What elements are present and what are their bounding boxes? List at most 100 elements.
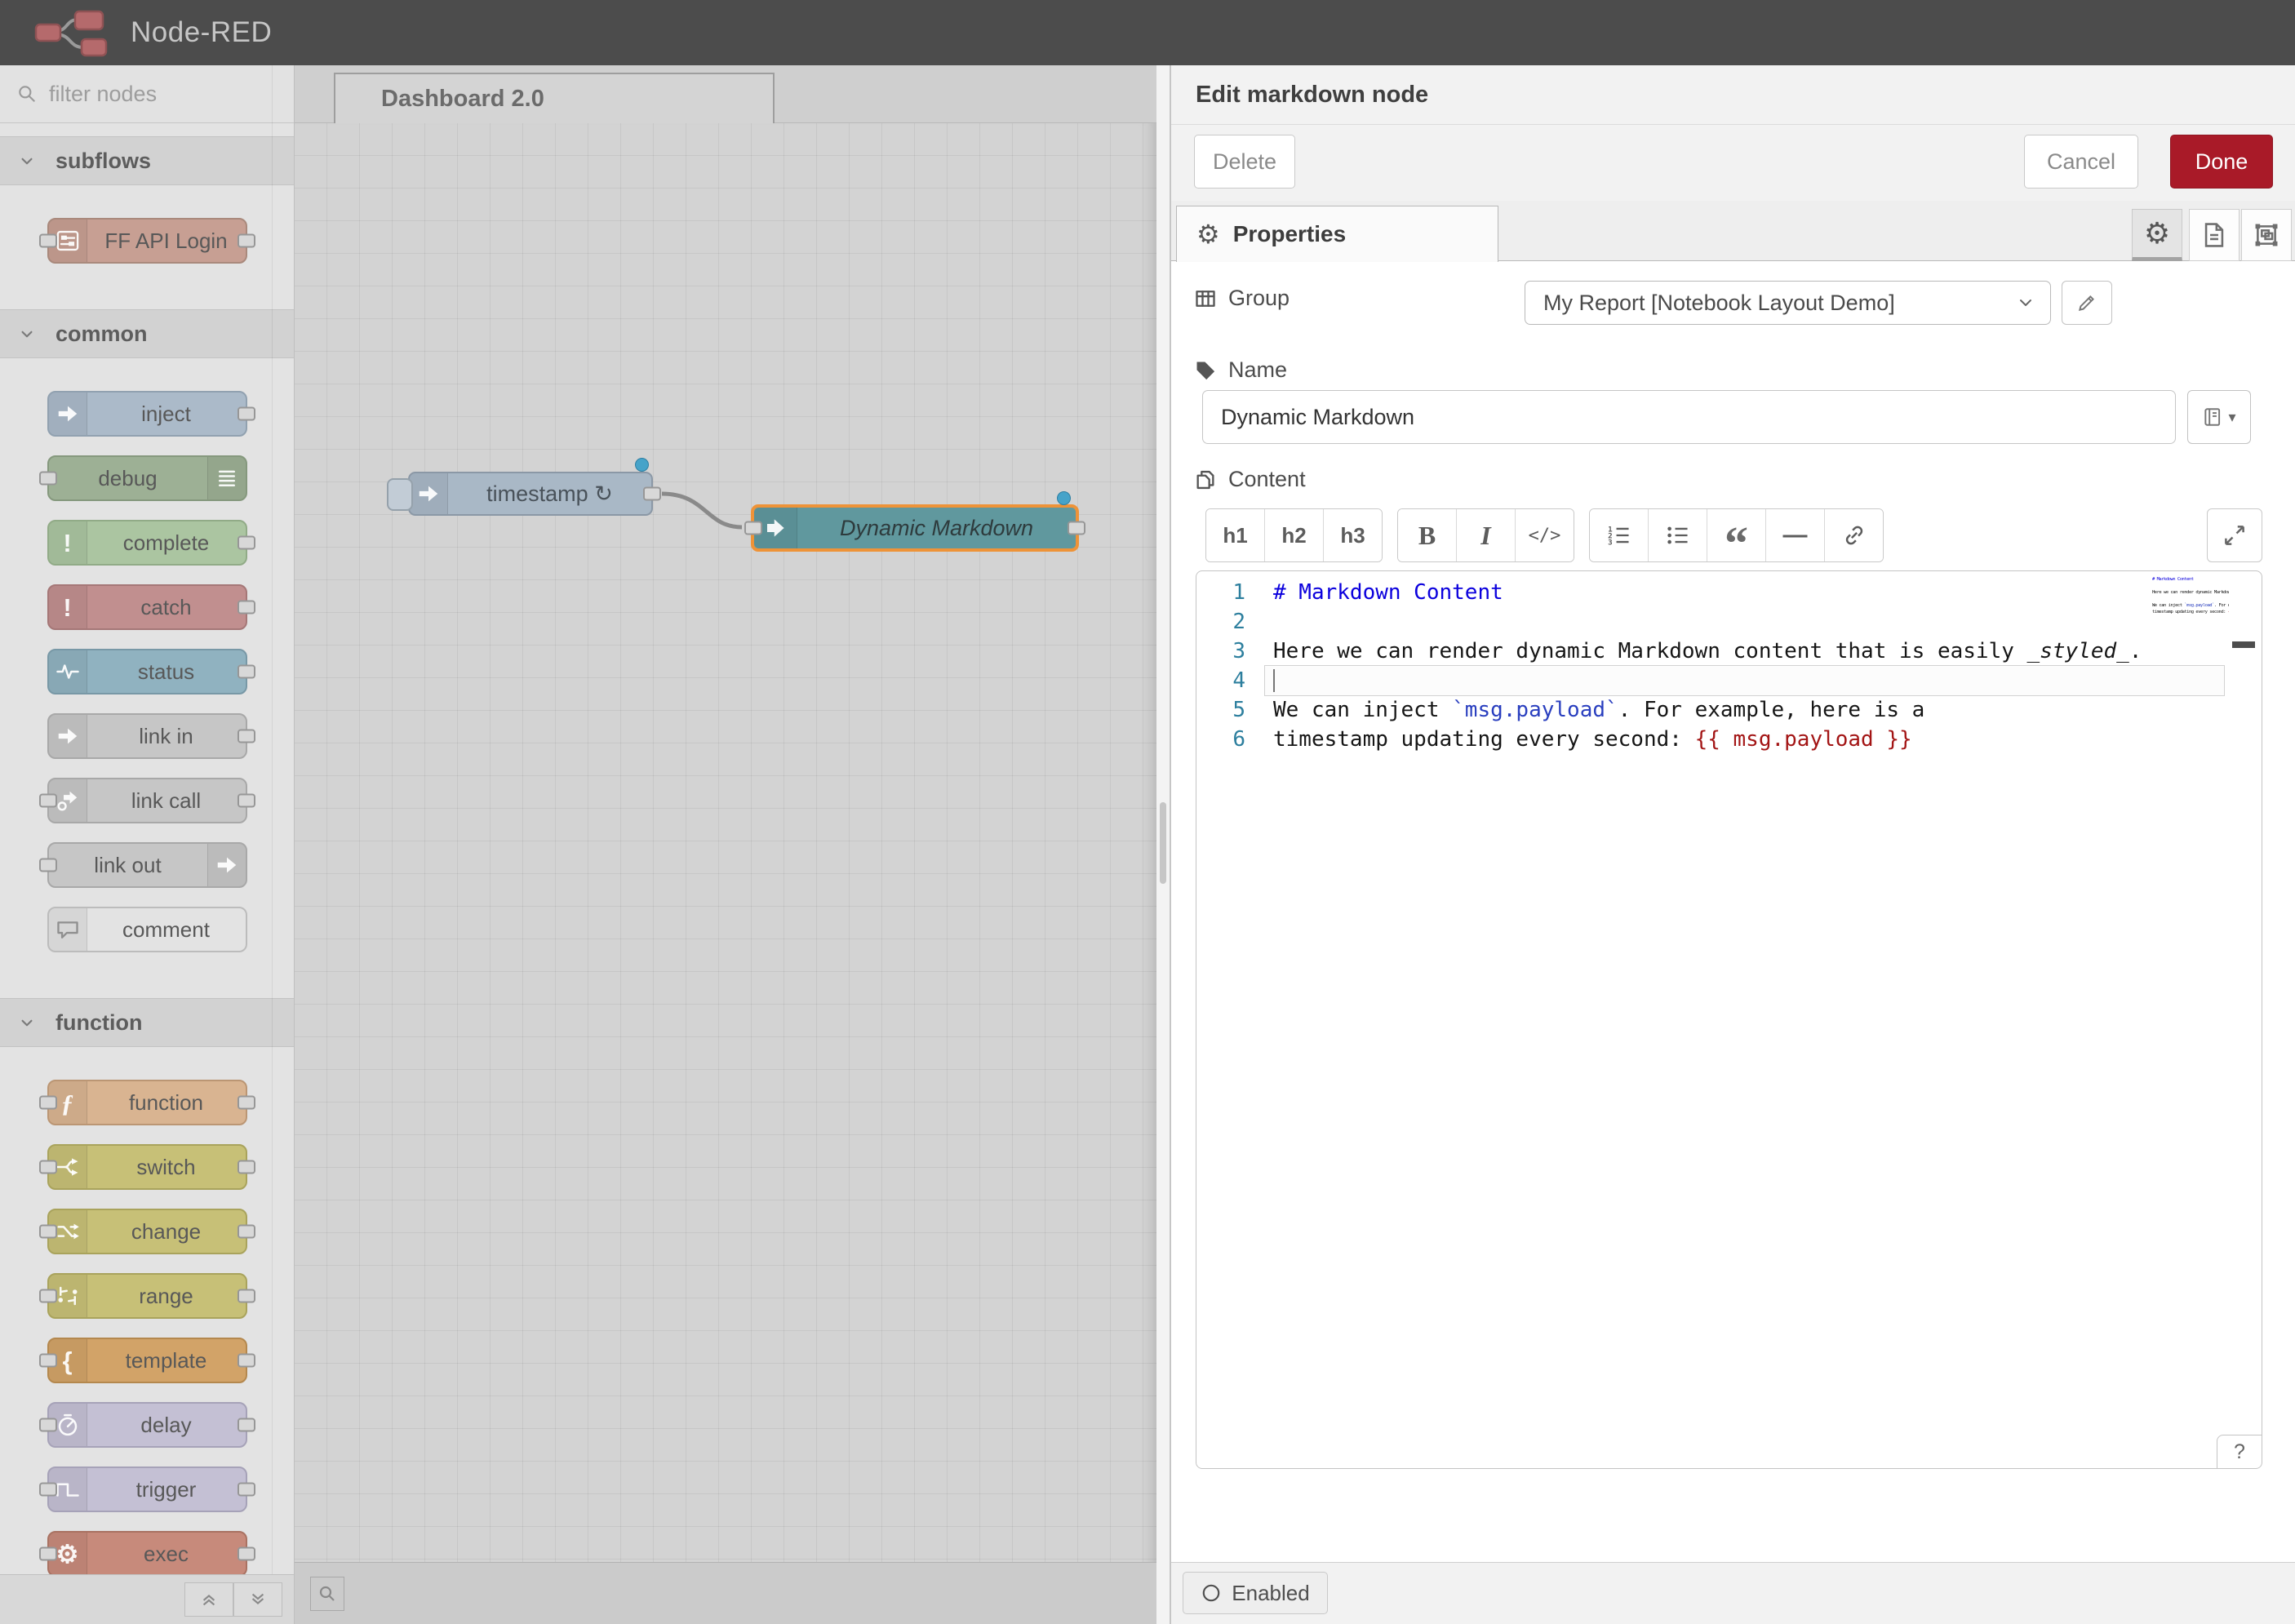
output-port[interactable] [237, 1354, 255, 1368]
italic-button[interactable]: I [1457, 509, 1516, 561]
flow-node-dynamic-markdown[interactable]: Dynamic Markdown [751, 504, 1079, 552]
input-port[interactable] [39, 1096, 57, 1110]
heading2-button[interactable]: h2 [1265, 509, 1324, 561]
enabled-toggle-button[interactable]: Enabled [1183, 1572, 1328, 1614]
code-line-1[interactable]: 1# Markdown Content [1196, 578, 2262, 607]
output-port[interactable] [1068, 521, 1085, 535]
palette-category-common[interactable]: common [0, 309, 294, 358]
editor-expand-button[interactable] [2207, 508, 2262, 562]
delete-button[interactable]: Delete [1194, 135, 1295, 189]
canvas-vertical-scrollbar[interactable] [1156, 65, 1170, 1624]
markdown-code-editor[interactable]: 1# Markdown Content23Here we can render … [1196, 570, 2262, 1469]
output-port[interactable] [237, 665, 255, 679]
name-input[interactable] [1202, 390, 2176, 444]
cancel-button[interactable]: Cancel [2024, 135, 2138, 189]
input-port[interactable] [39, 1225, 57, 1239]
code-line-4[interactable]: 4 [1196, 666, 2262, 695]
palette-category-function[interactable]: function [0, 998, 294, 1047]
palette-search-input[interactable] [47, 81, 255, 108]
output-port[interactable] [237, 601, 255, 615]
horizontal-rule-button[interactable]: — [1766, 509, 1825, 561]
palette-node-label: range [87, 1275, 246, 1317]
palette-node-link-call[interactable]: link call [47, 778, 247, 823]
input-port[interactable] [744, 521, 762, 535]
ordered-list-button[interactable]: 1 2 3 [1590, 509, 1649, 561]
wire-timestamp-to-markdown[interactable] [294, 122, 1156, 1624]
heading3-button[interactable]: h3 [1324, 509, 1382, 561]
inject-trigger-button[interactable] [387, 478, 413, 511]
tab-dashboard-2-0[interactable]: Dashboard 2.0 [334, 73, 775, 123]
properties-icon-button[interactable]: ⚙ [2132, 209, 2182, 261]
group-select[interactable]: My Report [Notebook Layout Demo] [1525, 281, 2051, 325]
unordered-list-button[interactable] [1649, 509, 1707, 561]
output-port[interactable] [237, 1096, 255, 1110]
palette-node-delay[interactable]: delay [47, 1402, 247, 1448]
link-button[interactable] [1825, 509, 1883, 561]
editor-minimap[interactable]: # Markdown ContentHere we can render dyn… [2152, 576, 2229, 615]
palette-node-link-out[interactable]: link out [47, 842, 247, 888]
output-port[interactable] [643, 487, 661, 501]
palette-node-inject[interactable]: inject [47, 391, 247, 437]
output-port[interactable] [237, 1160, 255, 1174]
palette-node-change[interactable]: change [47, 1209, 247, 1254]
input-port[interactable] [39, 1289, 57, 1303]
palette-node-link-in[interactable]: link in [47, 713, 247, 759]
code-line-5[interactable]: 5We can inject `msg.payload`. For exampl… [1196, 695, 2262, 725]
palette-node-catch[interactable]: !catch [47, 584, 247, 630]
palette-node-comment[interactable]: comment [47, 907, 247, 952]
blockquote-button[interactable]: “ [1707, 509, 1766, 561]
done-button[interactable]: Done [2170, 135, 2273, 189]
input-port[interactable] [39, 1160, 57, 1174]
palette-node-exec[interactable]: ⚙exec [47, 1531, 247, 1577]
palette-node-ff-api-login[interactable]: FF API Login [47, 218, 247, 264]
heading1-button[interactable]: h1 [1206, 509, 1265, 561]
input-port[interactable] [39, 1547, 57, 1561]
output-port[interactable] [237, 1483, 255, 1497]
palette-node-status[interactable]: status [47, 649, 247, 694]
output-port[interactable] [237, 536, 255, 550]
palette-node-trigger[interactable]: trigger [47, 1466, 247, 1512]
code-line-6[interactable]: 6timestamp updating every second: {{ msg… [1196, 725, 2262, 754]
description-tab-button[interactable] [2189, 209, 2240, 261]
bold-button[interactable]: B [1398, 509, 1457, 561]
input-port[interactable] [39, 859, 57, 872]
palette-node-switch[interactable]: switch [47, 1144, 247, 1190]
edit-group-button[interactable] [2062, 281, 2112, 325]
scrollbar-handle[interactable] [1160, 802, 1166, 884]
output-port[interactable] [237, 1289, 255, 1303]
input-port[interactable] [39, 1354, 57, 1368]
palette-category-subflows[interactable]: subflows [0, 136, 294, 185]
tab-properties[interactable]: ⚙ Properties [1176, 206, 1498, 262]
code-line-3[interactable]: 3Here we can render dynamic Markdown con… [1196, 637, 2262, 666]
appearance-tab-button[interactable] [2241, 209, 2292, 261]
output-port[interactable] [237, 407, 255, 421]
input-port[interactable] [39, 1418, 57, 1432]
palette-node-function[interactable]: ƒfunction [47, 1080, 247, 1125]
editor-help-button[interactable]: ? [2217, 1435, 2262, 1469]
code-button[interactable]: </> [1516, 509, 1574, 561]
input-port[interactable] [39, 234, 57, 248]
output-port[interactable] [237, 1547, 255, 1561]
palette-node-debug[interactable]: debug [47, 455, 247, 501]
output-port[interactable] [237, 234, 255, 248]
node-palette: subflows FF API Login common inject debug !co… [0, 65, 295, 1624]
workspace-tabbar: Dashboard 2.0 [294, 65, 1156, 123]
input-port[interactable] [39, 794, 57, 808]
collapse-all-button[interactable] [184, 1582, 233, 1617]
input-port[interactable] [39, 472, 57, 486]
name-field-label: Name [1194, 357, 1287, 383]
flow-node-timestamp[interactable]: timestamp ↻ [408, 472, 653, 516]
palette-node-range[interactable]: range [47, 1273, 247, 1319]
output-port[interactable] [237, 1225, 255, 1239]
flow-canvas[interactable]: timestamp ↻ Dynamic Markdown [294, 122, 1156, 1624]
canvas-zoom-search-button[interactable] [310, 1577, 344, 1611]
palette-node-template[interactable]: {template [47, 1338, 247, 1383]
output-port[interactable] [237, 794, 255, 808]
code-line-2[interactable]: 2 [1196, 607, 2262, 637]
output-port[interactable] [237, 1418, 255, 1432]
input-port[interactable] [39, 1483, 57, 1497]
output-port[interactable] [237, 730, 255, 743]
name-type-select-button[interactable]: ▾ [2187, 390, 2251, 444]
palette-node-complete[interactable]: !complete [47, 520, 247, 566]
expand-all-button[interactable] [233, 1582, 282, 1617]
